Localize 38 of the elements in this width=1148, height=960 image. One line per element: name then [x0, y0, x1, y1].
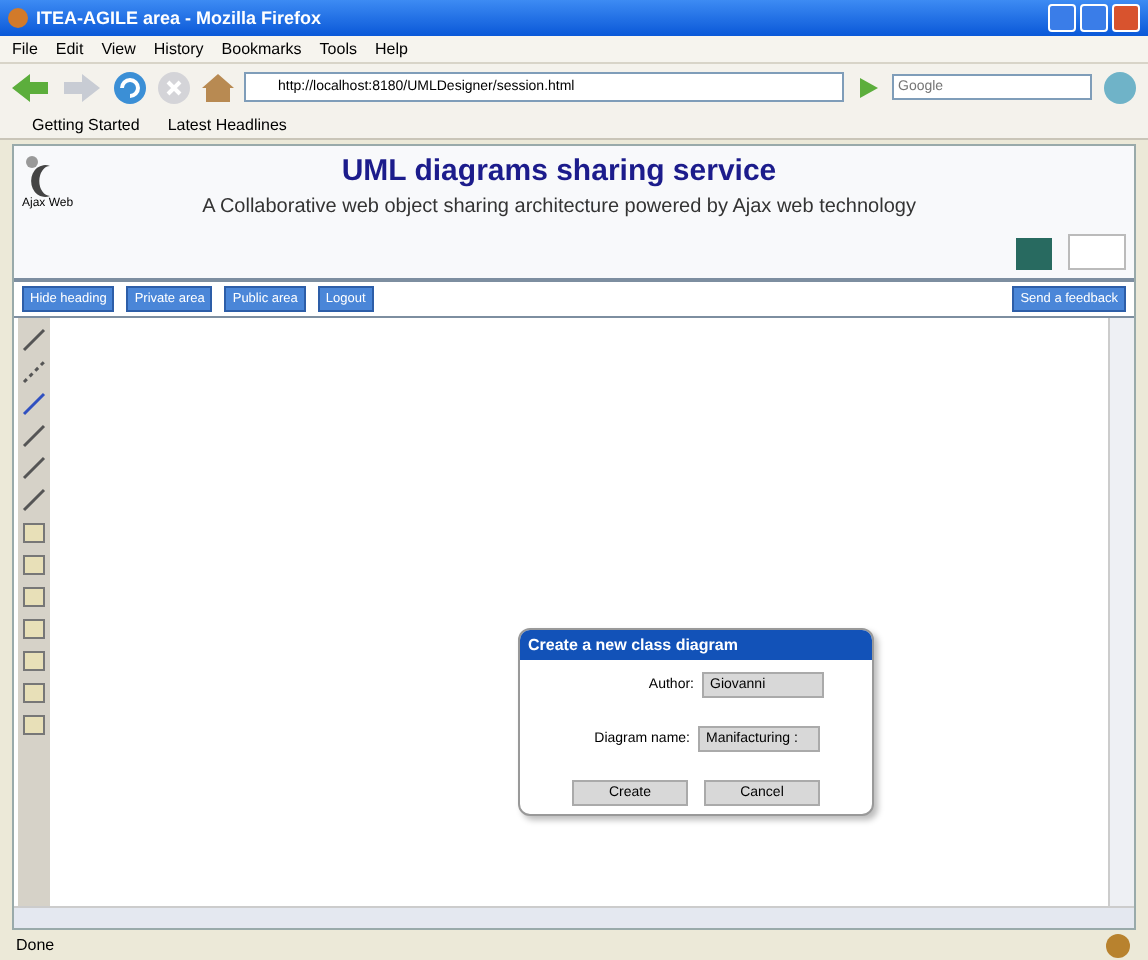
home-icon[interactable]: [200, 69, 236, 105]
window-title: ITEA-AGILE area - Mozilla Firefox: [36, 8, 324, 28]
maximize-button[interactable]: [1080, 4, 1108, 32]
menu-item[interactable]: Edit: [55, 40, 84, 58]
horizontal-scrollbar[interactable]: [14, 906, 1134, 928]
tool-icon[interactable]: [20, 582, 48, 610]
tool-icon[interactable]: [20, 326, 48, 354]
tool-icon[interactable]: [20, 454, 48, 482]
menu-item[interactable]: File: [12, 40, 38, 58]
bookmark-link[interactable]: Latest Headlines: [167, 115, 287, 133]
menu-item[interactable]: Bookmarks: [221, 40, 302, 58]
tool-icon[interactable]: [20, 358, 48, 386]
tool-icon[interactable]: [20, 550, 48, 578]
back-icon[interactable]: [8, 69, 52, 105]
partner-logo-icon: [1068, 234, 1126, 270]
page-title: UML diagrams sharing service: [341, 154, 777, 188]
tool-icon[interactable]: [20, 390, 48, 418]
minimize-button[interactable]: [1048, 4, 1076, 32]
dialog-title: Create a new class diagram: [520, 630, 872, 660]
close-button[interactable]: [1112, 4, 1140, 32]
menu-item[interactable]: View: [101, 40, 136, 58]
vertical-scrollbar[interactable]: [1108, 318, 1134, 906]
bookmark-link[interactable]: Getting Started: [32, 115, 140, 133]
menu-item[interactable]: History: [153, 40, 204, 58]
tool-icon[interactable]: [20, 422, 48, 450]
reload-icon[interactable]: [112, 69, 148, 105]
menu-item[interactable]: Help: [374, 40, 408, 58]
tool-icon[interactable]: [20, 710, 48, 738]
tool-icon[interactable]: [20, 486, 48, 514]
tool-icon[interactable]: [20, 646, 48, 674]
tool-icon[interactable]: [20, 678, 48, 706]
tool-icon[interactable]: [20, 614, 48, 642]
menu-item[interactable]: Tools: [319, 40, 357, 58]
status-icon: [1104, 931, 1132, 959]
page-subtitle: A Collaborative web object sharing architecture powered by Ajax web technology: [202, 196, 916, 218]
partner-logo-icon: [1016, 238, 1052, 270]
tool-icon[interactable]: [20, 518, 48, 546]
status-text: Done: [16, 936, 55, 954]
